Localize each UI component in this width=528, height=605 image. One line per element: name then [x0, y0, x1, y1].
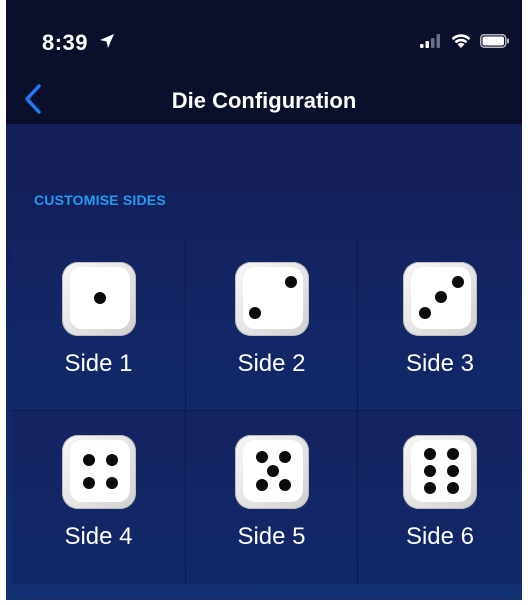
side-4-cell[interactable]: Side 4 [12, 411, 186, 584]
wifi-icon [450, 33, 472, 54]
side-3-cell[interactable]: Side 3 [358, 238, 522, 411]
die-face-6-icon [403, 435, 477, 509]
side-2-cell[interactable]: Side 2 [186, 238, 358, 411]
die-face-3-icon [403, 262, 477, 336]
side-1-cell[interactable]: Side 1 [12, 238, 186, 411]
page-title: Die Configuration [171, 88, 357, 113]
status-indicators [420, 33, 510, 54]
side-label: Side 2 [237, 350, 306, 377]
side-label: Side 1 [64, 350, 133, 377]
die-face-1-icon [61, 262, 136, 336]
side-label: Side 4 [64, 523, 133, 550]
cellular-signal-icon [420, 34, 442, 53]
status-bar: 8:39 [6, 0, 522, 78]
side-6-cell[interactable]: Side 6 [358, 411, 522, 584]
side-label: Side 6 [405, 523, 475, 550]
location-arrow-icon [98, 32, 116, 50]
battery-icon [480, 34, 510, 53]
app-screen: 8:39 Die Configuration CUSTOMISE SIDES S… [6, 0, 522, 600]
side-5-cell[interactable]: Side 5 [186, 411, 358, 584]
die-face-5-icon [234, 435, 309, 509]
side-label: Side 3 [405, 350, 475, 377]
side-label: Side 5 [237, 523, 306, 550]
die-face-4-icon [61, 435, 136, 509]
status-time: 8:39 [42, 30, 89, 55]
section-header: CUSTOMISE SIDES [34, 192, 166, 208]
navigation-bar: Die Configuration [6, 78, 522, 124]
die-face-2-icon [234, 262, 309, 336]
sides-grid: Side 1 Side 2 Side 3 Side 4 Side 5 Side … [12, 238, 522, 584]
